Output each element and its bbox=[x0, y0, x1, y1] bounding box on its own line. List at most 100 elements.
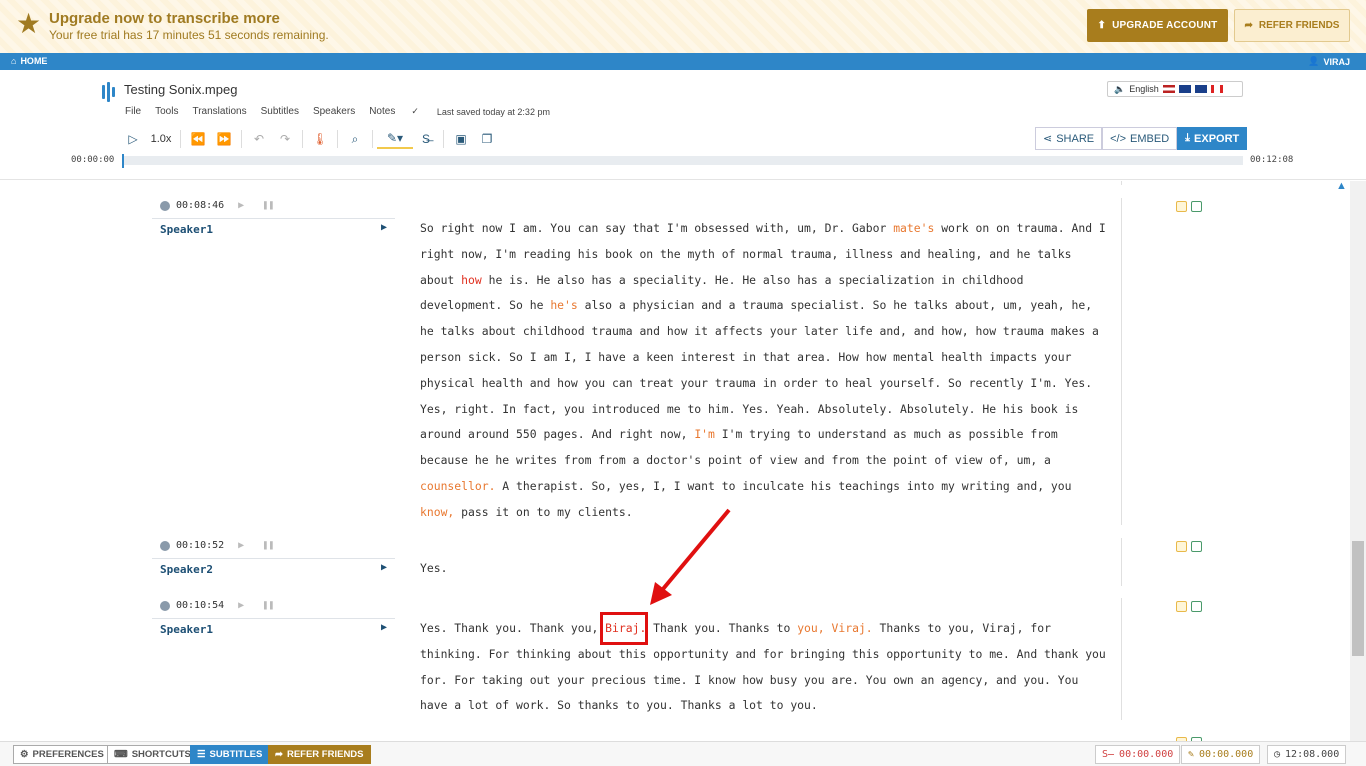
block-time[interactable]: 00:08:46 bbox=[176, 200, 224, 211]
transcript-text[interactable]: Yes. Thank you. Thank you, Biraj. Thank … bbox=[420, 616, 1110, 719]
caret-right-icon: ▶ bbox=[380, 562, 387, 573]
export-button[interactable]: ⤓ EXPORT bbox=[1177, 127, 1248, 150]
scrollbar-thumb[interactable] bbox=[1352, 541, 1364, 656]
refer-friends-button[interactable]: ➦ REFER FRIENDS bbox=[1234, 9, 1350, 42]
pause-icon[interactable]: ❚❚ bbox=[262, 200, 274, 211]
fast-forward-icon[interactable]: ⏩ bbox=[211, 129, 237, 149]
pause-icon[interactable]: ❚❚ bbox=[262, 540, 274, 551]
pen-time: ✎ 00:00.000 bbox=[1181, 745, 1261, 764]
copy-icon[interactable]: ❐ bbox=[474, 129, 500, 149]
upgrade-label: UPGRADE ACCOUNT bbox=[1112, 20, 1218, 31]
play-icon[interactable]: ▶ bbox=[238, 600, 244, 611]
pen-time-value: 00:00.000 bbox=[1199, 749, 1254, 760]
transcript-segment[interactable]: Thank you. Thanks to bbox=[646, 621, 797, 635]
redo-icon[interactable]: ↷ bbox=[272, 129, 298, 149]
flagged-word[interactable]: he's bbox=[550, 298, 577, 312]
editor-toolbar: ▷ 1.0x ⏪ ⏩ ↶ ↷ 🌡 ⌕ ✎▾ S̶ ▣ ❐ bbox=[120, 129, 500, 149]
flagged-word[interactable]: you, Viraj. bbox=[797, 621, 872, 635]
menu-file[interactable]: File bbox=[125, 106, 141, 117]
block-icons bbox=[1176, 541, 1202, 552]
home-link[interactable]: ⌂ HOME bbox=[11, 56, 47, 66]
clock-icon: ◷ bbox=[1274, 749, 1281, 760]
divider bbox=[337, 130, 338, 148]
flagged-word[interactable]: know, bbox=[420, 505, 454, 519]
language-selector[interactable]: 🔈 English bbox=[1107, 81, 1243, 97]
annotation-arrow bbox=[650, 508, 731, 605]
strike-time-value: 00:00.000 bbox=[1119, 749, 1174, 760]
play-icon[interactable]: ▷ bbox=[120, 129, 146, 149]
home-icon: ⌂ bbox=[11, 56, 17, 66]
shortcuts-button[interactable]: ⌨ SHORTCUTS bbox=[107, 745, 198, 764]
arrow-up-icon: ⬆ bbox=[1097, 20, 1107, 31]
timeline-track[interactable] bbox=[122, 156, 1243, 165]
transcript-text[interactable]: So right now I am. You can say that I'm … bbox=[420, 216, 1110, 526]
block-meta: 00:08:46 ▶ ❚❚ bbox=[160, 200, 274, 211]
block-time[interactable]: 00:10:54 bbox=[176, 600, 224, 611]
user-menu[interactable]: 👤 VIRAJ bbox=[1308, 56, 1350, 67]
share-arrow-icon: ➦ bbox=[275, 749, 283, 760]
checkbox-icon[interactable] bbox=[1191, 201, 1202, 212]
menu-notes[interactable]: Notes bbox=[369, 106, 395, 117]
search-icon[interactable]: ⌕ bbox=[342, 129, 368, 149]
play-icon[interactable]: ▶ bbox=[238, 540, 244, 551]
subtitles-button[interactable]: ☰ SUBTITLES bbox=[190, 745, 270, 764]
playhead[interactable] bbox=[122, 154, 124, 168]
check-icon: ✓ bbox=[411, 106, 419, 116]
share-button[interactable]: ⋖ SHARE bbox=[1035, 127, 1103, 150]
speaker-selector[interactable]: Speaker1 ▶ bbox=[152, 618, 395, 640]
speaker-selector[interactable]: Speaker1 ▶ bbox=[152, 218, 395, 240]
transcript-segment[interactable]: Yes. bbox=[420, 561, 447, 575]
block-time[interactable]: 00:10:52 bbox=[176, 540, 224, 551]
note-icon[interactable] bbox=[1176, 541, 1187, 552]
preferences-label: PREFERENCES bbox=[32, 749, 104, 760]
thermometer-icon[interactable]: 🌡 bbox=[307, 129, 333, 149]
highlighter-icon[interactable]: ✎▾ bbox=[377, 129, 413, 149]
menu-bar: File Tools Translations Subtitles Speake… bbox=[125, 106, 578, 117]
note-icon[interactable] bbox=[1176, 601, 1187, 612]
speaker-selector[interactable]: Speaker2 ▶ bbox=[152, 558, 395, 580]
annotation-box bbox=[600, 612, 648, 645]
transcript-segment[interactable]: also a physician and a trauma specialist… bbox=[420, 298, 1099, 441]
refer-friends-footer-button[interactable]: ➦ REFER FRIENDS bbox=[268, 745, 371, 764]
file-title[interactable]: Testing Sonix.mpeg bbox=[124, 82, 237, 97]
flagged-word[interactable]: counsellor. bbox=[420, 479, 495, 493]
scroll-up-icon[interactable]: ▲ bbox=[1336, 180, 1350, 194]
export-label: EXPORT bbox=[1194, 132, 1240, 145]
duration: ◷ 12:08.000 bbox=[1267, 745, 1347, 764]
top-nav: ⌂ HOME 👤 VIRAJ bbox=[0, 53, 1366, 70]
transcript-text[interactable]: Yes. bbox=[420, 556, 1110, 582]
note-icon[interactable] bbox=[1176, 201, 1187, 212]
pause-icon[interactable]: ❚❚ bbox=[262, 600, 274, 611]
checkbox-icon[interactable] bbox=[1191, 601, 1202, 612]
divider bbox=[1121, 198, 1122, 525]
flagged-word[interactable]: I'm bbox=[694, 427, 715, 441]
strikethrough-icon[interactable]: S̶ bbox=[413, 129, 439, 149]
language-label: English bbox=[1129, 84, 1159, 94]
scrollbar[interactable] bbox=[1350, 181, 1366, 741]
flagged-word[interactable]: mate's bbox=[893, 221, 934, 235]
transcript-segment[interactable]: A therapist. So, yes, I, I want to incul… bbox=[495, 479, 1071, 493]
transcript-segment[interactable]: Yes. Thank you. Thank you, bbox=[420, 621, 605, 635]
menu-speakers[interactable]: Speakers bbox=[313, 106, 355, 117]
menu-tools[interactable]: Tools bbox=[155, 106, 178, 117]
embed-button[interactable]: </> EMBED bbox=[1102, 127, 1178, 150]
uk-flag-icon bbox=[1178, 85, 1191, 93]
book-icon[interactable]: ▣ bbox=[448, 129, 474, 149]
menu-subtitles[interactable]: Subtitles bbox=[261, 106, 299, 117]
transcript-segment[interactable]: So right now I am. You can say that I'm … bbox=[420, 221, 893, 235]
playback-rate-button[interactable]: 1.0x bbox=[146, 129, 176, 149]
transcript-segment[interactable]: pass it on to my clients. bbox=[454, 505, 632, 519]
play-icon[interactable]: ▶ bbox=[238, 200, 244, 211]
divider bbox=[241, 130, 242, 148]
menu-translations[interactable]: Translations bbox=[192, 106, 246, 117]
divider bbox=[302, 130, 303, 148]
flagged-word[interactable]: how bbox=[461, 273, 482, 287]
upgrade-account-button[interactable]: ⬆ UPGRADE ACCOUNT bbox=[1087, 9, 1228, 42]
checkbox-icon[interactable] bbox=[1191, 541, 1202, 552]
embed-label: EMBED bbox=[1130, 132, 1170, 145]
preferences-button[interactable]: ⚙ PREFERENCES bbox=[13, 745, 111, 764]
undo-icon[interactable]: ↶ bbox=[246, 129, 272, 149]
rewind-icon[interactable]: ⏪ bbox=[185, 129, 211, 149]
caret-right-icon: ▶ bbox=[380, 622, 387, 633]
block-meta: 00:10:52 ▶ ❚❚ bbox=[160, 540, 274, 551]
